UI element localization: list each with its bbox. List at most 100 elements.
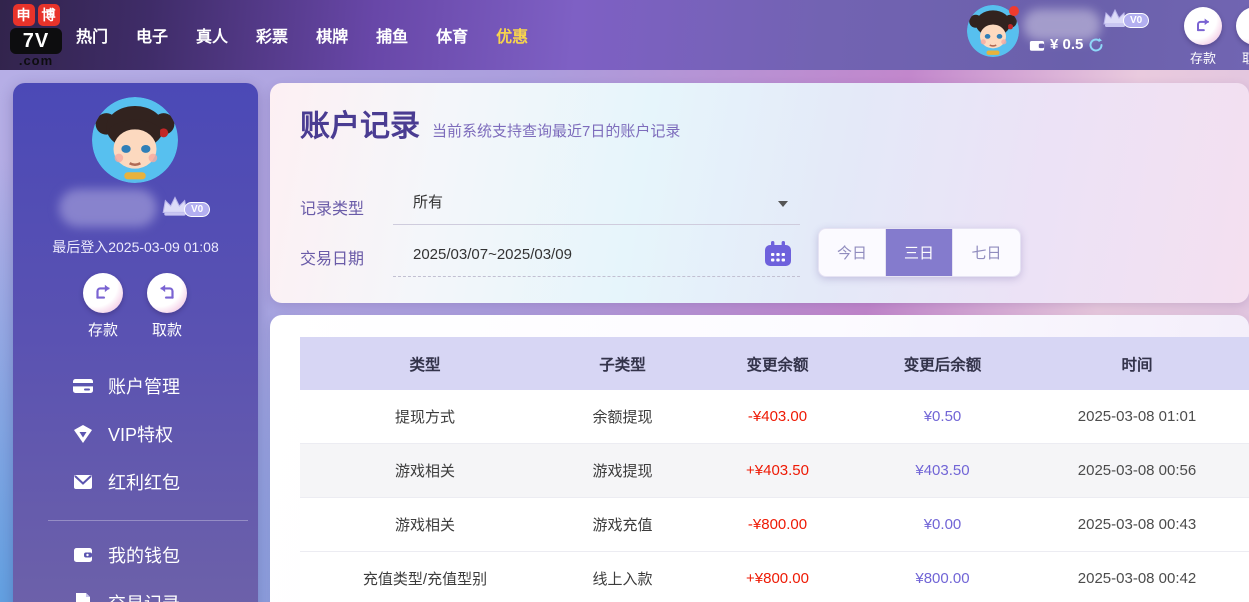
nav-item-hot[interactable]: 热门 (76, 23, 108, 47)
balance-amount: ¥ 0.5 (1050, 36, 1083, 53)
records-table: 类型 子类型 变更余额 变更后余额 时间 提现方式 余额提现 -¥403.00 … (300, 337, 1249, 602)
account-records-panel: 账户记录 当前系统支持查询最近7日的账户记录 记录类型 所有 交易日期 2025… (270, 83, 1249, 303)
column-header-balance: 变更后余额 (860, 353, 1025, 375)
logo-name: 7V (10, 28, 62, 54)
navbar-user-area: ¥ 0.5 V0 存款 (949, 0, 1249, 70)
range-today-button[interactable]: 今日 (819, 229, 886, 276)
envelope-icon (72, 471, 94, 493)
cell-change-amount: +¥800.00 (695, 570, 860, 587)
sidebar-withdraw-button[interactable] (147, 273, 187, 313)
sidebar-deposit-button[interactable] (83, 273, 123, 313)
sidebar-deposit-label[interactable]: 存款 (83, 319, 123, 340)
page-title: 账户记录 (300, 101, 420, 145)
range-three-days-button[interactable]: 三日 (886, 229, 953, 276)
username-blurred (59, 189, 157, 227)
nav-item-sports[interactable]: 体育 (436, 23, 468, 47)
sidebar-item-bonus-redpacket[interactable]: 红利红包 (72, 469, 180, 495)
date-range-input[interactable]: 2025/03/07~2025/03/09 (393, 235, 800, 277)
cell-balance-after: ¥403.50 (860, 462, 1025, 479)
cell-change-amount: +¥403.50 (695, 462, 860, 479)
nav-item-lottery[interactable]: 彩票 (256, 23, 288, 47)
main-nav: 热门 电子 真人 彩票 棋牌 捕鱼 体育 优惠 (76, 0, 528, 70)
site-logo[interactable]: 申 博 7V .com (8, 4, 64, 68)
deposit-button[interactable] (1184, 7, 1222, 45)
nav-item-slots[interactable]: 电子 (136, 23, 168, 47)
wallet-icon (72, 544, 94, 566)
nav-item-live[interactable]: 真人 (196, 23, 228, 47)
vip-level: V0 (160, 195, 210, 217)
nav-item-promos[interactable]: 优惠 (496, 23, 528, 47)
vip-level: V0 (1101, 8, 1149, 28)
logo-badge-right: 博 (38, 4, 60, 26)
cell-subtype: 余额提现 (550, 406, 695, 427)
record-type-value: 所有 (413, 183, 443, 223)
sidebar-item-label: VIP特权 (108, 421, 173, 447)
avatar-image (92, 97, 178, 183)
cell-type: 提现方式 (300, 406, 550, 427)
page: 申 博 7V .com 热门 电子 真人 彩票 棋牌 捕鱼 体育 优惠 (0, 0, 1249, 602)
withdraw-icon (156, 282, 178, 304)
table-row: 提现方式 余额提现 -¥403.00 ¥0.50 2025-03-08 01:0… (300, 390, 1249, 444)
sidebar-item-label: 账户管理 (108, 373, 180, 399)
logo-suffix: .com (8, 54, 64, 68)
column-header-subtype: 子类型 (550, 353, 695, 375)
cell-time: 2025-03-08 00:43 (1025, 516, 1249, 533)
logo-badge-left: 申 (13, 4, 35, 26)
document-icon (72, 592, 94, 602)
records-table-panel: 类型 子类型 变更余额 变更后余额 时间 提现方式 余额提现 -¥403.00 … (270, 315, 1249, 602)
sidebar-item-label: 红利红包 (108, 469, 180, 495)
cell-type: 游戏相关 (300, 514, 550, 535)
cell-time: 2025-03-08 01:01 (1025, 408, 1249, 425)
date-range-presets: 今日 三日 七日 (818, 228, 1021, 277)
transaction-date-label: 交易日期 (300, 245, 364, 269)
wallet-icon (1029, 38, 1045, 52)
sidebar: V0 最后登入2025-03-09 01:08 存款 取款 账户管理 (13, 83, 258, 602)
notification-dot (1009, 6, 1019, 16)
cell-time: 2025-03-08 00:42 (1025, 570, 1249, 587)
deposit-icon (1193, 16, 1213, 36)
cell-subtype: 线上入款 (550, 568, 695, 589)
column-header-time: 时间 (1025, 353, 1249, 375)
table-row: 游戏相关 游戏提现 +¥403.50 ¥403.50 2025-03-08 00… (300, 444, 1249, 498)
deposit-label[interactable]: 存款 (1184, 48, 1222, 67)
sidebar-item-my-wallet[interactable]: 我的钱包 (72, 542, 180, 568)
vip-badge: V0 (184, 202, 210, 217)
table-header-row: 类型 子类型 变更余额 变更后余额 时间 (300, 337, 1249, 390)
nav-item-fishing[interactable]: 捕鱼 (376, 23, 408, 47)
calendar-icon[interactable] (764, 240, 792, 268)
last-login: 最后登入2025-03-09 01:08 (13, 237, 258, 257)
vip-badge: V0 (1123, 13, 1149, 28)
sidebar-item-account-management[interactable]: 账户管理 (72, 373, 180, 399)
cell-balance-after: ¥0.00 (860, 516, 1025, 533)
cell-subtype: 游戏充值 (550, 514, 695, 535)
withdraw-label[interactable]: 取款 (1236, 48, 1249, 67)
sidebar-divider (48, 520, 248, 521)
table-row: 游戏相关 游戏充值 -¥800.00 ¥0.00 2025-03-08 00:4… (300, 498, 1249, 552)
cell-change-amount: -¥403.00 (695, 408, 860, 425)
page-subtitle: 当前系统支持查询最近7日的账户记录 (432, 120, 680, 141)
record-type-select[interactable]: 所有 (393, 183, 800, 225)
column-header-type: 类型 (300, 353, 550, 375)
date-range-value: 2025/03/07~2025/03/09 (413, 235, 572, 275)
sidebar-item-vip-privileges[interactable]: VIP特权 (72, 421, 173, 447)
cell-change-amount: -¥800.00 (695, 516, 860, 533)
cell-balance-after: ¥800.00 (860, 570, 1025, 587)
card-icon (72, 375, 94, 397)
chevron-down-icon (778, 201, 788, 207)
withdraw-icon (1245, 16, 1249, 36)
refresh-icon[interactable] (1088, 37, 1104, 53)
cell-time: 2025-03-08 00:56 (1025, 462, 1249, 479)
panel-header: 账户记录 当前系统支持查询最近7日的账户记录 (300, 101, 680, 145)
column-header-change: 变更余额 (695, 353, 860, 375)
cell-type: 充值类型/充值型别 (300, 568, 550, 589)
table-row: 充值类型/充值型别 线上入款 +¥800.00 ¥800.00 2025-03-… (300, 552, 1249, 602)
sidebar-item-transaction-records[interactable]: 交易记录 (72, 590, 180, 602)
wallet-balance[interactable]: ¥ 0.5 (1029, 36, 1104, 53)
nav-item-cards[interactable]: 棋牌 (316, 23, 348, 47)
cell-type: 游戏相关 (300, 460, 550, 481)
deposit-icon (92, 282, 114, 304)
withdraw-button[interactable] (1236, 7, 1249, 45)
range-seven-days-button[interactable]: 七日 (953, 229, 1020, 276)
sidebar-withdraw-label[interactable]: 取款 (147, 319, 187, 340)
sidebar-item-label: 我的钱包 (108, 542, 180, 568)
